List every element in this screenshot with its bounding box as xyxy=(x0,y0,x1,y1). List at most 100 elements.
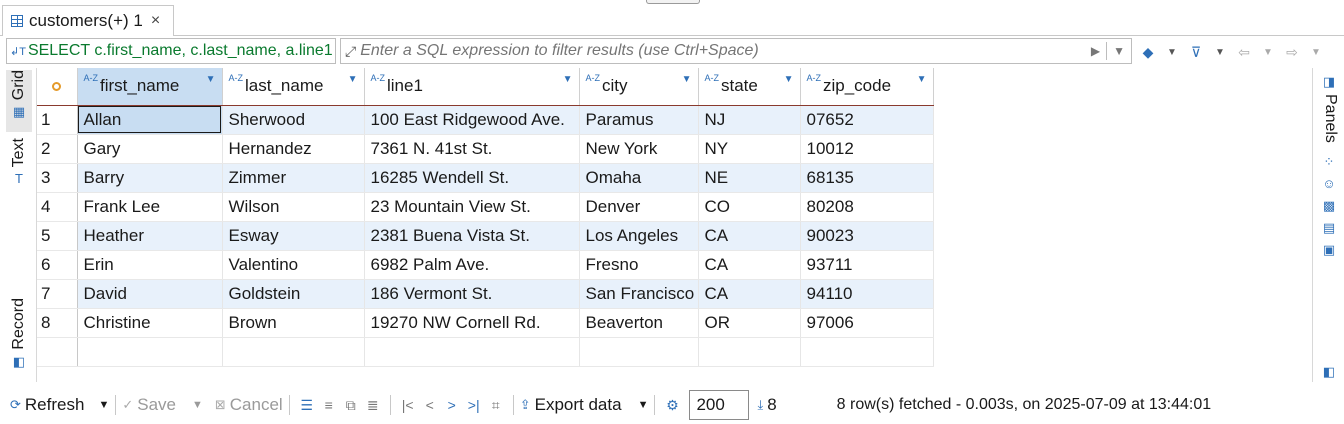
table-cell[interactable]: Brown xyxy=(222,308,365,338)
apply-filter-icon[interactable]: ▶ xyxy=(1091,44,1100,58)
table-cell[interactable]: Los Angeles xyxy=(579,221,699,251)
next-page-icon[interactable]: > xyxy=(441,397,463,413)
table-row[interactable]: 6 Erin Valentino 6982 Palm Ave. Fresno C… xyxy=(37,250,934,280)
row-number[interactable]: 6 xyxy=(37,250,78,280)
sort-icon[interactable]: ▼ xyxy=(563,74,573,85)
tab-customers[interactable]: customers(+) 1 × xyxy=(2,5,174,36)
table-cell[interactable]: Omaha xyxy=(579,163,699,193)
table-cell[interactable]: 6982 Palm Ave. xyxy=(364,250,580,280)
table-cell[interactable]: Sherwood xyxy=(222,105,365,135)
table-cell[interactable]: Hernandez xyxy=(222,134,365,164)
add-row-icon[interactable]: ≡ xyxy=(318,397,340,413)
table-cell[interactable]: Esway xyxy=(222,221,365,251)
expand-icon[interactable]: ⤢ xyxy=(345,43,356,60)
sort-icon[interactable]: ▼ xyxy=(917,74,927,85)
chevron-down-icon[interactable]: ▼ xyxy=(1306,47,1326,58)
metadata-icon[interactable]: ☺ xyxy=(1321,176,1337,192)
eraser-icon[interactable]: ◆ xyxy=(1138,44,1158,61)
table-row[interactable]: 1 Allan Sherwood 100 East Ridgewood Ave.… xyxy=(37,105,934,135)
table-cell[interactable]: 7361 N. 41st St. xyxy=(364,134,580,164)
table-cell[interactable]: 100 East Ridgewood Ave. xyxy=(364,105,580,135)
table-cell[interactable]: 19270 NW Cornell Rd. xyxy=(364,308,580,338)
panels-label[interactable]: Panels xyxy=(1321,94,1339,143)
previous-page-icon[interactable]: < xyxy=(419,397,441,413)
column-header-first-name[interactable]: A-Z first_name ▼ xyxy=(77,68,223,106)
table-cell[interactable]: 93711 xyxy=(800,250,934,280)
column-header-city[interactable]: A-Z city ▼ xyxy=(579,68,699,106)
cancel-button[interactable]: ⊠ Cancel xyxy=(215,395,283,415)
settings-gear-icon[interactable]: ⚙ xyxy=(661,397,683,414)
funnel-icon[interactable]: ⊽ xyxy=(1186,44,1206,61)
table-cell[interactable]: 2381 Buena Vista St. xyxy=(364,221,580,251)
column-header-last-name[interactable]: A-Z last_name ▼ xyxy=(222,68,365,106)
value-viewer-icon[interactable]: ⁘ xyxy=(1321,154,1337,170)
table-row[interactable]: 2 Gary Hernandez 7361 N. 41st St. New Yo… xyxy=(37,134,934,164)
sql-query-preview[interactable]: ↲T SELECT c.first_name, c.last_name, a.l… xyxy=(6,38,336,64)
table-cell[interactable]: Zimmer xyxy=(222,163,365,193)
last-page-icon[interactable]: >| xyxy=(463,397,485,413)
row-number[interactable]: 4 xyxy=(37,192,78,222)
refresh-dropdown-icon[interactable]: ▼ xyxy=(98,399,109,411)
table-cell[interactable]: 186 Vermont St. xyxy=(364,279,580,309)
forward-arrow-icon[interactable]: ⇨ xyxy=(1282,44,1302,61)
select-all-corner[interactable] xyxy=(37,68,78,106)
chevron-down-icon[interactable]: ▼ xyxy=(1210,47,1230,58)
row-number[interactable]: 5 xyxy=(37,221,78,251)
filter-input[interactable] xyxy=(360,42,1085,60)
calculator-icon[interactable]: ▤ xyxy=(1321,220,1337,236)
column-header-line1[interactable]: A-Z line1 ▼ xyxy=(364,68,580,106)
refresh-button[interactable]: ⟳ Refresh xyxy=(10,395,84,415)
sort-icon[interactable]: ▼ xyxy=(784,74,794,85)
table-cell[interactable]: Fresno xyxy=(579,250,699,280)
table-cell[interactable]: 07652 xyxy=(800,105,934,135)
tab-text[interactable]: Text T xyxy=(6,138,32,196)
table-cell[interactable]: Goldstein xyxy=(222,279,365,309)
back-arrow-icon[interactable]: ⇦ xyxy=(1234,44,1254,61)
table-row[interactable]: 4 Frank Lee Wilson 23 Mountain View St. … xyxy=(37,192,934,222)
copy-row-icon[interactable]: ⧉ xyxy=(340,397,362,414)
panel-layout-icon[interactable]: ◧ xyxy=(1321,364,1337,380)
table-cell[interactable]: Heather xyxy=(77,221,223,251)
row-count-button[interactable]: ⤓ 8 xyxy=(757,395,776,415)
table-cell[interactable]: 23 Mountain View St. xyxy=(364,192,580,222)
export-data-button[interactable]: ⇪ Export data xyxy=(520,395,622,415)
panels-icon[interactable]: ◨ xyxy=(1321,74,1337,90)
save-button[interactable]: ✓ Save xyxy=(122,395,176,415)
tab-grid[interactable]: Grid ▦ xyxy=(6,70,32,132)
table-cell[interactable]: 80208 xyxy=(800,192,934,222)
row-number[interactable]: 2 xyxy=(37,134,78,164)
table-cell[interactable]: Paramus xyxy=(579,105,699,135)
filter-history-dropdown-icon[interactable]: ▼ xyxy=(1113,44,1125,58)
table-cell[interactable]: 68135 xyxy=(800,163,934,193)
row-number[interactable]: 8 xyxy=(37,308,78,338)
table-cell[interactable]: Wilson xyxy=(222,192,365,222)
references-icon[interactable]: ▣ xyxy=(1321,242,1337,258)
edit-row-icon[interactable]: ☰ xyxy=(296,397,318,414)
table-cell[interactable]: CA xyxy=(698,279,801,309)
column-header-zip-code[interactable]: A-Z zip_code ▼ xyxy=(800,68,934,106)
table-cell[interactable]: Beaverton xyxy=(579,308,699,338)
table-cell[interactable]: Erin xyxy=(77,250,223,280)
export-dropdown-icon[interactable]: ▼ xyxy=(638,399,649,411)
close-icon[interactable]: × xyxy=(151,12,160,30)
row-number[interactable]: 1 xyxy=(37,105,78,135)
column-header-state[interactable]: A-Z state ▼ xyxy=(698,68,801,106)
table-cell[interactable]: Barry xyxy=(77,163,223,193)
table-cell[interactable]: San Francisco xyxy=(579,279,699,309)
table-cell[interactable]: 10012 xyxy=(800,134,934,164)
table-cell[interactable]: Christine xyxy=(77,308,223,338)
table-cell[interactable]: New York xyxy=(579,134,699,164)
row-number[interactable]: 7 xyxy=(37,279,78,309)
table-cell[interactable]: Frank Lee xyxy=(77,192,223,222)
table-cell[interactable]: Allan xyxy=(77,105,223,135)
table-cell[interactable]: NY xyxy=(698,134,801,164)
table-cell[interactable]: Gary xyxy=(77,134,223,164)
delete-row-icon[interactable]: ≣ xyxy=(362,397,384,414)
table-cell[interactable]: Denver xyxy=(579,192,699,222)
first-page-icon[interactable]: |< xyxy=(397,397,419,413)
chevron-down-icon[interactable]: ▼ xyxy=(1258,47,1278,58)
table-cell[interactable]: 90023 xyxy=(800,221,934,251)
save-dropdown-icon[interactable]: ▼ xyxy=(192,399,203,411)
table-cell[interactable]: 16285 Wendell St. xyxy=(364,163,580,193)
fetch-all-icon[interactable]: ⌗ xyxy=(485,397,507,414)
